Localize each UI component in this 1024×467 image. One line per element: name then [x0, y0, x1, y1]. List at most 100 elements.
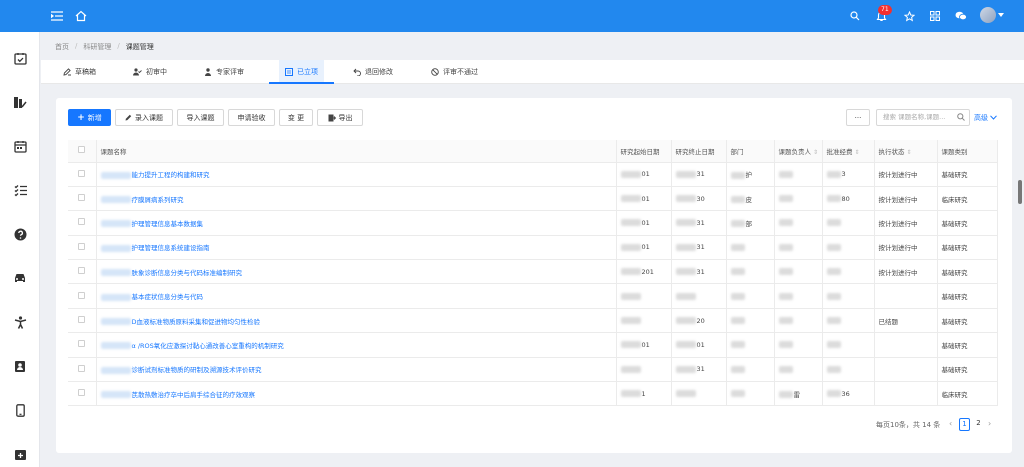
cell-name[interactable]: D血液标准物质原料采集和促进物均匀性检验 — [96, 308, 617, 334]
chevron-down-icon[interactable] — [998, 13, 1004, 17]
tab-approved[interactable]: 已立项 — [269, 60, 334, 84]
table-row[interactable]: 护理管理信息基本数据集 01 31 部 按计划进行中 基础研究 — [68, 210, 998, 236]
menu-collapse-icon[interactable] — [50, 9, 64, 23]
cell-name[interactable]: 护理管理信息系统建设指南 — [96, 235, 617, 261]
row-checkbox[interactable] — [78, 267, 86, 275]
tab-expert-review[interactable]: 专家评审 — [204, 60, 244, 84]
next-page-icon[interactable]: › — [988, 419, 991, 428]
cell-name[interactable]: 疗膜屑病系列研究 — [96, 186, 617, 212]
chevron-down-icon — [990, 115, 998, 120]
add-button[interactable]: + 新增 — [68, 109, 111, 126]
sort-icon[interactable]: ⇕ — [907, 149, 912, 156]
table-row[interactable]: 能力提升工程的构建和研究 01 31 护 3 按计划进行中 基础研究 — [68, 162, 998, 187]
page-1-button[interactable]: 1 — [959, 418, 970, 431]
contact-card-icon[interactable] — [12, 358, 28, 374]
tasks-icon[interactable] — [12, 94, 28, 110]
table-row[interactable]: 芪散热敷治疗卒中后肩手综合征的疗效观察 1 雷 36 临床研究 — [68, 381, 998, 407]
change-button[interactable]: 变 更 — [279, 109, 313, 126]
row-checkbox[interactable] — [78, 364, 86, 372]
row-checkbox[interactable] — [78, 218, 86, 226]
redacted-text — [675, 268, 696, 276]
cell-dept — [726, 357, 775, 383]
row-checkbox[interactable] — [78, 389, 86, 397]
table-row[interactable]: 基本症状信息分类与代码 基础研究 — [68, 283, 998, 309]
cell-name[interactable]: 肤象诊断信息分类与代码标准编制研究 — [96, 259, 617, 285]
cell-name[interactable]: 芪散热敷治疗卒中后肩手综合征的疗效观察 — [96, 381, 617, 407]
cell-name[interactable]: 基本症状信息分类与代码 — [96, 283, 617, 309]
row-checkbox[interactable] — [78, 242, 86, 250]
search-icon[interactable] — [848, 9, 862, 23]
cell-owner — [774, 210, 823, 236]
column-header[interactable]: 研究终止日期 — [671, 140, 727, 163]
row-checkbox[interactable] — [78, 169, 86, 177]
column-header[interactable]: 部门 — [726, 140, 775, 163]
redacted-text — [730, 341, 745, 349]
calendar-icon[interactable] — [12, 138, 28, 154]
redacted-text — [100, 196, 131, 204]
prev-page-icon[interactable]: ‹ — [949, 419, 952, 428]
calendar-plus-icon[interactable] — [12, 446, 28, 462]
avatar[interactable] — [980, 7, 996, 23]
cell-name[interactable]: α /ROS氧化应激探讨黏心通改善心室重构的机制研究 — [96, 332, 617, 358]
star-icon[interactable] — [902, 9, 916, 23]
select-all-checkbox[interactable] — [78, 146, 86, 154]
table-row[interactable]: 护理管理信息系统建设指南 01 31 按计划进行中 基础研究 — [68, 235, 998, 261]
enter-project-button[interactable]: 录入课题 — [115, 109, 173, 126]
column-header[interactable]: 课题名称 — [96, 140, 617, 163]
cell-fund — [822, 235, 875, 261]
row-checkbox[interactable] — [78, 291, 86, 299]
breadcrumb-research[interactable]: 科研管理 — [83, 42, 111, 52]
cell-name[interactable]: 护理管理信息基本数据集 — [96, 210, 617, 236]
calendar-check-icon[interactable] — [12, 50, 28, 66]
car-icon[interactable] — [12, 270, 28, 286]
column-header[interactable]: 课题类别 — [937, 140, 998, 163]
advanced-search-link[interactable]: 高级 — [974, 113, 998, 123]
checklist-icon[interactable] — [12, 182, 28, 198]
status-tabs: 草稿箱 初审中 专家评审 已立项 退回修改 评审不通过 — [41, 60, 1024, 84]
more-options-button[interactable]: ··· — [846, 109, 870, 126]
row-checkbox[interactable] — [78, 194, 86, 202]
page-scrollbar[interactable] — [1018, 180, 1022, 204]
cell-dept: 护 — [726, 162, 775, 187]
export-button[interactable]: 导出 — [317, 109, 363, 126]
cell-end: 31 — [671, 210, 727, 236]
redacted-text — [620, 317, 641, 325]
table-row[interactable]: 肤象诊断信息分类与代码标准编制研究 201 31 按计划进行中 基础研究 — [68, 259, 998, 285]
search-input[interactable]: 搜索 课题名称,课题... — [876, 109, 970, 126]
table-row[interactable]: 疗膜屑病系列研究 01 30 皮 80 按计划进行中 临床研究 — [68, 186, 998, 212]
cell-owner: 雷 — [774, 381, 823, 407]
breadcrumb-home[interactable]: 首页 — [55, 42, 69, 52]
expert-icon — [205, 68, 211, 76]
table-row[interactable]: 诊断试剂标准物质的研制及溯源技术评价研究 31 基础研究 — [68, 357, 998, 383]
redacted-text — [778, 268, 793, 276]
user-check-icon — [133, 68, 142, 76]
cell-status: 按计划进行中 — [874, 186, 938, 212]
apply-acceptance-button[interactable]: 申请验收 — [228, 109, 275, 126]
cell-name[interactable]: 能力提升工程的构建和研究 — [96, 162, 617, 187]
table-row[interactable]: D血液标准物质原料采集和促进物均匀性检验 20 已结题 基础研究 — [68, 308, 998, 334]
tab-initial-review[interactable]: 初审中 — [133, 60, 167, 84]
column-header[interactable]: 批准经费 ⇕ — [822, 140, 875, 163]
help-icon[interactable] — [12, 226, 28, 242]
column-header[interactable]: 执行状态 ⇕ — [874, 140, 938, 163]
sort-icon[interactable]: ⇕ — [813, 149, 818, 156]
column-header[interactable]: 研究起始日期 — [616, 140, 672, 163]
mobile-icon[interactable] — [12, 402, 28, 418]
tab-draft[interactable]: 草稿箱 — [63, 60, 96, 84]
page-2-button[interactable]: 2 — [973, 418, 984, 431]
table-row[interactable]: α /ROS氧化应激探讨黏心通改善心室重构的机制研究 01 01 基础研究 — [68, 332, 998, 358]
cell-name[interactable]: 诊断试剂标准物质的研制及溯源技术评价研究 — [96, 357, 617, 383]
row-checkbox[interactable] — [78, 340, 86, 348]
tab-rejected[interactable]: 评审不通过 — [431, 60, 478, 84]
apps-grid-icon[interactable] — [928, 9, 942, 23]
redacted-text — [675, 317, 696, 325]
home-icon[interactable] — [74, 9, 88, 23]
wechat-icon[interactable] — [954, 9, 968, 23]
pencil-icon — [125, 114, 132, 121]
import-project-button[interactable]: 导入课题 — [177, 109, 224, 126]
person-icon[interactable] — [12, 314, 28, 330]
column-header[interactable]: 课题负责人 ⇕ — [774, 140, 823, 163]
tab-returned[interactable]: 退回修改 — [353, 60, 393, 84]
sort-icon[interactable]: ⇕ — [855, 149, 860, 156]
row-checkbox[interactable] — [78, 316, 86, 324]
